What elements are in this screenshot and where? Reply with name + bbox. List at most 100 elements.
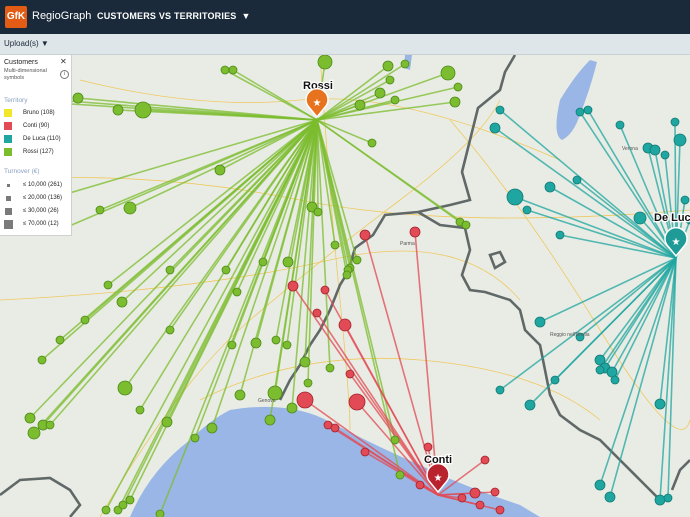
customer-marker-deluca[interactable] <box>670 117 680 127</box>
customer-marker-conti[interactable] <box>312 308 322 318</box>
customer-marker-rossi[interactable] <box>282 340 292 350</box>
customer-marker-rossi[interactable] <box>385 75 395 85</box>
customer-marker-rossi[interactable] <box>101 505 111 515</box>
customer-marker-conti[interactable] <box>423 442 433 452</box>
customer-marker-rossi[interactable] <box>271 335 281 345</box>
customer-marker-rossi[interactable] <box>374 87 386 99</box>
customer-marker-deluca[interactable] <box>550 375 560 385</box>
customer-marker-rossi[interactable] <box>206 422 218 434</box>
customer-marker-deluca[interactable] <box>595 365 605 375</box>
customer-marker-conti[interactable] <box>296 391 314 409</box>
customer-marker-rossi[interactable] <box>282 256 294 268</box>
customer-marker-rossi[interactable] <box>352 255 362 265</box>
customer-marker-rossi[interactable] <box>125 495 135 505</box>
customer-marker-rossi[interactable] <box>440 65 456 81</box>
customer-marker-rossi[interactable] <box>228 65 238 75</box>
customer-marker-rossi[interactable] <box>103 280 113 290</box>
customer-marker-rossi[interactable] <box>221 265 231 275</box>
customer-marker-deluca[interactable] <box>555 230 565 240</box>
customer-marker-deluca[interactable] <box>534 316 546 328</box>
customer-marker-rossi[interactable] <box>227 340 237 350</box>
customer-marker-rossi[interactable] <box>232 287 242 297</box>
customer-marker-deluca[interactable] <box>544 181 556 193</box>
customer-marker-rossi[interactable] <box>123 201 137 215</box>
customer-marker-rossi[interactable] <box>330 240 340 250</box>
customer-marker-rossi[interactable] <box>134 101 152 119</box>
customer-marker-deluca[interactable] <box>495 385 505 395</box>
customer-marker-deluca[interactable] <box>606 366 618 378</box>
uploads-dropdown[interactable]: Upload(s) ▼ <box>4 39 49 48</box>
customer-marker-rossi[interactable] <box>390 435 400 445</box>
customer-marker-rossi[interactable] <box>45 420 55 430</box>
customer-marker-deluca[interactable] <box>615 120 625 130</box>
customer-marker-rossi[interactable] <box>250 337 262 349</box>
customer-marker-rossi[interactable] <box>117 380 133 396</box>
customer-marker-rossi[interactable] <box>400 59 410 69</box>
customer-marker-deluca[interactable] <box>633 211 647 225</box>
customer-marker-rossi[interactable] <box>165 265 175 275</box>
customer-marker-rossi[interactable] <box>299 356 311 368</box>
map-canvas[interactable]: Parma Genova Reggio nell'Emilia Verona R… <box>0 55 690 517</box>
customer-marker-rossi[interactable] <box>135 405 145 415</box>
customer-marker-deluca[interactable] <box>654 494 666 506</box>
customer-marker-deluca[interactable] <box>663 493 673 503</box>
customer-marker-rossi[interactable] <box>313 207 323 217</box>
customer-marker-conti[interactable] <box>338 318 352 332</box>
customer-marker-deluca[interactable] <box>522 205 532 215</box>
customer-marker-conti[interactable] <box>360 447 370 457</box>
customer-marker-rossi[interactable] <box>24 412 36 424</box>
customer-marker-conti[interactable] <box>480 455 490 465</box>
customer-marker-rossi[interactable] <box>354 99 366 111</box>
customer-marker-rossi[interactable] <box>303 378 313 388</box>
customer-marker-rossi[interactable] <box>395 470 405 480</box>
customer-marker-rossi[interactable] <box>382 60 394 72</box>
customer-marker-deluca[interactable] <box>583 105 593 115</box>
customer-marker-conti[interactable] <box>320 285 330 295</box>
customer-marker-rossi[interactable] <box>80 315 90 325</box>
customer-marker-rossi[interactable] <box>367 138 377 148</box>
customer-marker-rossi[interactable] <box>214 164 226 176</box>
customer-marker-rossi[interactable] <box>461 220 471 230</box>
customer-marker-deluca[interactable] <box>649 144 661 156</box>
customer-marker-rossi[interactable] <box>55 335 65 345</box>
customer-marker-deluca[interactable] <box>524 399 536 411</box>
customer-marker-deluca[interactable] <box>604 491 616 503</box>
customer-marker-conti[interactable] <box>330 423 340 433</box>
customer-marker-rossi[interactable] <box>449 96 461 108</box>
customer-marker-deluca[interactable] <box>594 479 606 491</box>
customer-marker-deluca[interactable] <box>660 150 670 160</box>
customer-marker-conti[interactable] <box>359 229 371 241</box>
customer-marker-rossi[interactable] <box>342 270 352 280</box>
customer-marker-rossi[interactable] <box>116 296 128 308</box>
customer-marker-rossi[interactable] <box>95 205 105 215</box>
map-svg[interactable]: Parma Genova Reggio nell'Emilia Verona R… <box>0 55 690 517</box>
customer-marker-conti[interactable] <box>348 393 366 411</box>
customer-marker-rossi[interactable] <box>155 509 165 517</box>
customer-marker-rossi[interactable] <box>317 55 333 70</box>
customer-marker-rossi[interactable] <box>161 416 173 428</box>
customer-marker-conti[interactable] <box>490 487 500 497</box>
customer-marker-rossi[interactable] <box>72 92 84 104</box>
customer-marker-deluca[interactable] <box>673 133 687 147</box>
customer-marker-rossi[interactable] <box>165 325 175 335</box>
customer-marker-rossi[interactable] <box>118 500 128 510</box>
customer-marker-deluca[interactable] <box>680 195 690 205</box>
customer-marker-rossi[interactable] <box>27 426 41 440</box>
customer-marker-conti[interactable] <box>457 493 467 503</box>
close-icon[interactable]: ✕ <box>60 57 67 66</box>
customer-marker-conti[interactable] <box>469 487 481 499</box>
customer-marker-rossi[interactable] <box>286 402 298 414</box>
customer-marker-rossi[interactable] <box>453 82 463 92</box>
customer-marker-rossi[interactable] <box>190 433 200 443</box>
customer-marker-rossi[interactable] <box>325 363 335 373</box>
info-icon[interactable]: i <box>60 70 69 79</box>
customer-marker-deluca[interactable] <box>575 107 585 117</box>
customer-marker-rossi[interactable] <box>264 414 276 426</box>
customer-marker-deluca[interactable] <box>654 398 666 410</box>
customer-marker-rossi[interactable] <box>220 65 230 75</box>
customer-marker-deluca[interactable] <box>610 375 620 385</box>
map-selector-dropdown[interactable]: CUSTOMERS VS TERRITORIES ▼ <box>97 11 251 21</box>
customer-marker-conti[interactable] <box>495 505 505 515</box>
customer-marker-conti[interactable] <box>345 369 355 379</box>
customer-marker-deluca[interactable] <box>506 188 524 206</box>
